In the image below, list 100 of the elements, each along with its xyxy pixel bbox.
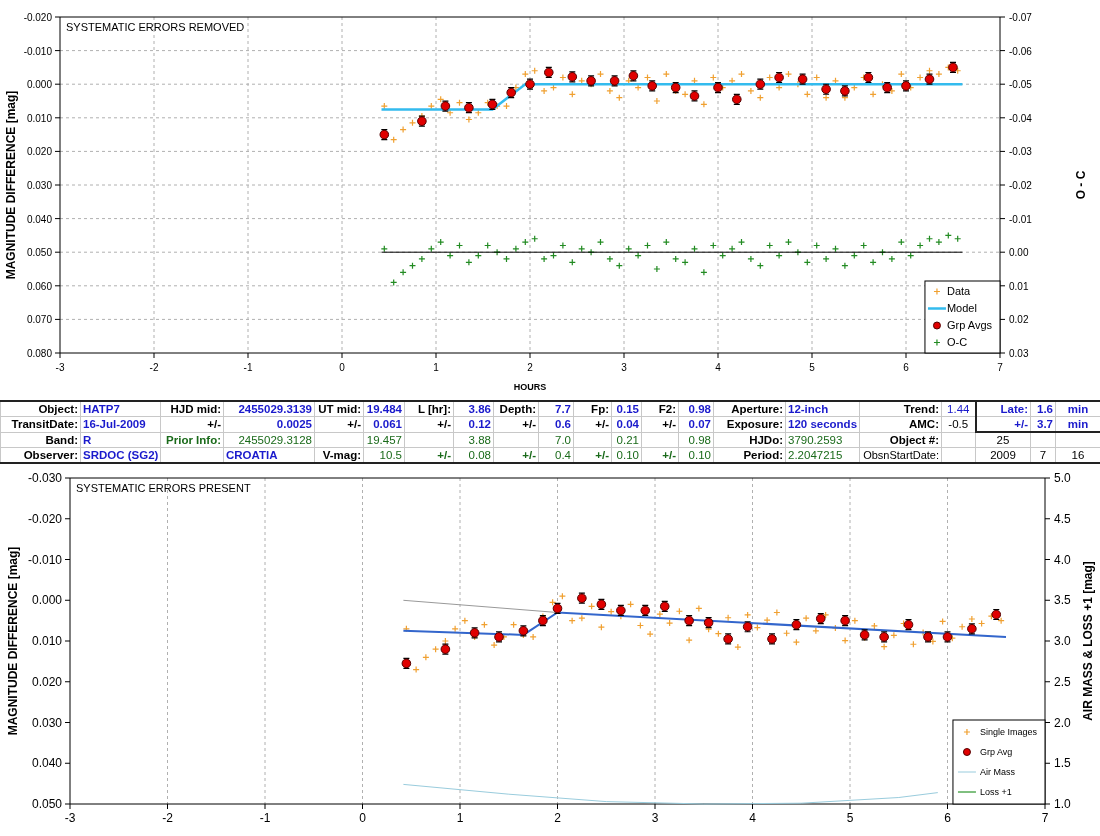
field-value: 0.98 — [678, 432, 714, 448]
chart-title: SYSTEMATIC ERRORS PRESENT — [76, 482, 251, 494]
field-value: 0.08 — [453, 447, 494, 463]
field-value: 3.88 — [453, 432, 494, 448]
axis-title: AIR MASS & LOSS +1 [mag] — [1081, 561, 1095, 721]
field-value: 10.5 — [363, 447, 405, 463]
field-value: 19.457 — [363, 432, 405, 448]
field-value: 3.86 — [453, 401, 494, 417]
field-label: +/- — [314, 416, 364, 432]
axis-tick-label: 0.010 — [31, 634, 62, 648]
legend-label: Loss +1 — [979, 787, 1012, 798]
field-label: Observer: — [0, 447, 81, 463]
field-label: ObsnStartDate: — [859, 447, 942, 463]
field-label: +/- — [493, 447, 539, 463]
field-label: Period: — [713, 447, 786, 463]
axis-tick-label: -0.010 — [27, 552, 62, 567]
field-value: 7 — [1030, 447, 1056, 463]
field-label: Band: — [0, 432, 81, 448]
axis-title: O - C — [1074, 170, 1088, 200]
axis-tick-label: -0.02 — [1009, 180, 1032, 191]
field-value: 16-Jul-2009 — [80, 416, 161, 432]
axis-tick-label: 7 — [1041, 811, 1049, 825]
axis-tick-label: -0.030 — [27, 471, 62, 485]
axis-title: MAGNITUDE DIFFERENCE [mag] — [6, 546, 20, 736]
axis-tick-label: 1 — [433, 362, 439, 373]
axis-tick-label: -0.020 — [27, 511, 62, 526]
axis-tick-label: 0.040 — [26, 213, 52, 225]
axis-tick-label: 0.060 — [26, 280, 52, 292]
field-value: +/- — [975, 416, 1031, 432]
field-value: 0.15 — [611, 401, 642, 417]
legend-label: Single Images — [979, 727, 1037, 738]
field-value: 2455029.3128 — [223, 432, 315, 448]
field-label: +/- — [404, 416, 454, 432]
axis-tick-label: 0.010 — [26, 112, 52, 124]
chart-title: SYSTEMATIC ERRORS REMOVED — [66, 21, 245, 33]
axis-tick-label: 1 — [456, 811, 464, 825]
field-label: Aperture: — [713, 401, 786, 417]
field-label: Object #: — [859, 432, 942, 448]
field-label: +/- — [573, 416, 612, 432]
axis-tick-label: 0.050 — [31, 797, 62, 811]
field-label: Exposure: — [713, 416, 786, 432]
axis-tick-label: 0.050 — [26, 247, 52, 259]
axis-tick-label: -3 — [55, 362, 65, 373]
field-value: 25 — [975, 432, 1031, 448]
axis-tick-label: 0.00 — [1009, 247, 1029, 259]
axis-tick-label: 3 — [621, 362, 627, 373]
axis-tick-label: 3.5 — [1054, 593, 1071, 608]
field-value: 1.6 — [1030, 401, 1056, 417]
axis-tick-label: 0.000 — [26, 79, 52, 91]
field-value: 0.061 — [363, 416, 405, 432]
field-value: 19.484 — [363, 401, 405, 417]
legend-label: Air Mass — [979, 767, 1015, 778]
axis-tick-label: -1 — [243, 362, 253, 373]
field-label: V-mag: — [314, 447, 364, 463]
field-label: +/- — [573, 447, 612, 463]
field-value: 2009 — [975, 447, 1031, 463]
axis-tick-label: 0.040 — [31, 756, 62, 771]
axis-tick-label: 5.0 — [1054, 471, 1071, 485]
field-value: 7.0 — [538, 432, 574, 448]
field-label: HJD mid: — [160, 401, 224, 417]
field-value: R — [80, 432, 161, 448]
field-label: F2: — [641, 401, 679, 417]
axis-tick-label: -0.020 — [23, 12, 52, 23]
axis-tick-label: 1.0 — [1054, 797, 1071, 811]
field-label: L [hr]: — [404, 401, 454, 417]
axis-tick-label: -0.05 — [1009, 79, 1032, 91]
legend-label: Model — [946, 302, 977, 315]
axis-tick-label: -0.010 — [23, 45, 52, 57]
axis-tick-label: 0.02 — [1009, 314, 1029, 326]
axis-title: MAGNITUDE DIFFERENCE [mag] — [4, 90, 18, 280]
axis-tick-label: 0.020 — [31, 674, 62, 689]
field-value: 3790.2593 — [785, 432, 860, 448]
axis-tick-label: 6 — [903, 362, 909, 373]
field-value: Late: — [975, 401, 1031, 417]
axis-tick-label: -3 — [64, 811, 76, 825]
field-value: 0.21 — [611, 432, 642, 448]
axis-tick-label: 0.000 — [31, 593, 62, 608]
field-value: 2.2047215 — [785, 447, 860, 463]
field-value: 7.7 — [538, 401, 574, 417]
axis-tick-label: 4.5 — [1054, 511, 1071, 526]
field-value: 2455029.3139 — [223, 401, 315, 417]
field-label: Object: — [0, 401, 81, 417]
field-label: AMC: — [859, 416, 942, 432]
axis-tick-label: 2 — [527, 362, 533, 373]
axis-title: HOURS — [513, 382, 547, 392]
axis-tick-label: 0.030 — [31, 715, 62, 730]
axis-tick-label: 0 — [359, 811, 366, 825]
field-value: 0.0025 — [223, 416, 315, 432]
field-label: Fp: — [573, 401, 612, 417]
axis-tick-label: 6 — [944, 811, 951, 825]
field-value: 0.10 — [611, 447, 642, 463]
field-value: 0.07 — [678, 416, 714, 432]
axis-tick-label: -1 — [259, 811, 271, 825]
field-label: +/- — [160, 416, 224, 432]
field-label: HJDo: — [713, 432, 786, 448]
axis-tick-label: 1.5 — [1054, 756, 1071, 771]
axis-tick-label: 2.5 — [1054, 674, 1071, 689]
field-value: 1.44 — [941, 401, 976, 417]
axis-tick-label: -0.01 — [1009, 213, 1032, 225]
field-label: +/- — [404, 447, 454, 463]
